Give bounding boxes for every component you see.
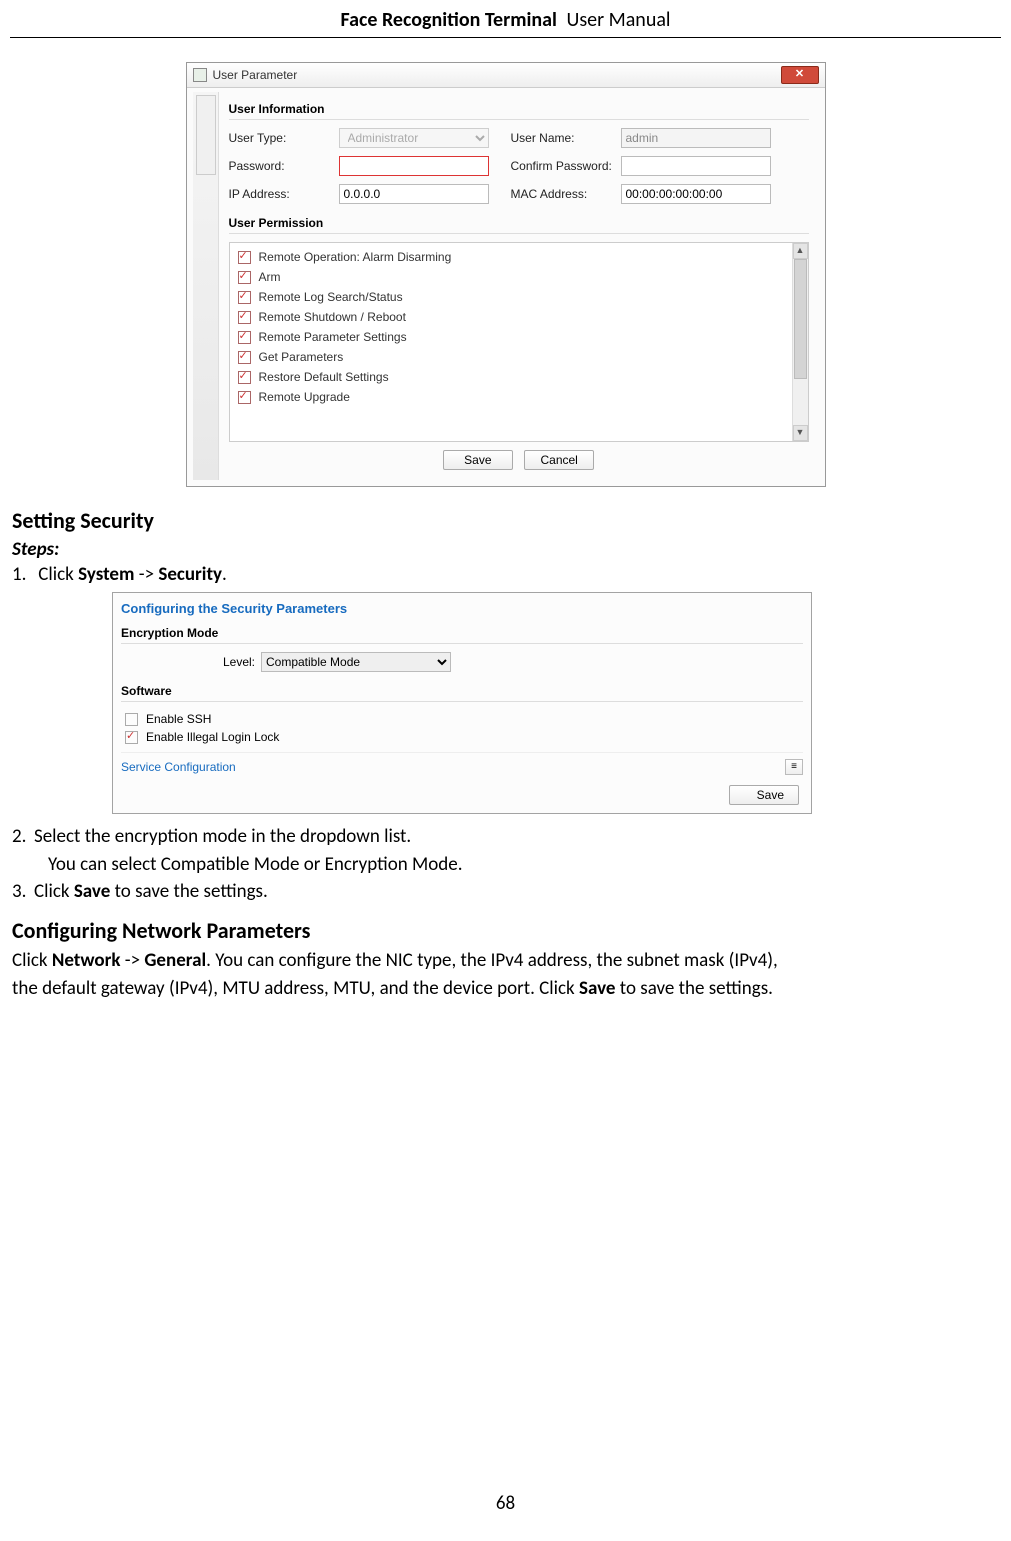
security-parameters-dialog: Configuring the Security Parameters Encr… [112, 592, 812, 814]
vertical-tab-strip [193, 92, 219, 480]
permission-item[interactable]: Remote Operation: Alarm Disarming [236, 247, 786, 267]
label-user-type: User Type: [229, 131, 339, 145]
scroll-up-arrow-icon[interactable]: ▲ [793, 243, 808, 259]
label-user-name: User Name: [511, 131, 621, 145]
service-configuration-link[interactable]: Service Configuration [121, 760, 236, 774]
cancel-button[interactable]: Cancel [524, 450, 594, 470]
heading-network-parameters: Configuring Network Parameters [12, 917, 999, 944]
label-ip-address: IP Address: [229, 187, 339, 201]
scroll-down-arrow-icon[interactable]: ▼ [793, 425, 808, 441]
permission-label: Get Parameters [259, 350, 344, 364]
permission-item[interactable]: Remote Log Search/Status [236, 287, 786, 307]
dialog-titlebar: User Parameter ✕ [187, 63, 825, 88]
permission-checkbox[interactable] [238, 291, 251, 304]
save-button[interactable]: Save [443, 450, 513, 470]
permission-label: Remote Operation: Alarm Disarming [259, 250, 452, 264]
dialog-title: User Parameter [213, 68, 298, 82]
step-2-sub: You can select Compatible Mode or Encryp… [12, 852, 999, 878]
permission-label: Remote Log Search/Status [259, 290, 403, 304]
permission-label: Remote Upgrade [259, 390, 350, 404]
step-3: 3.Click Save to save the settings. [12, 879, 999, 905]
enable-ssh-checkbox[interactable] [125, 713, 138, 726]
vertical-tab[interactable] [196, 95, 216, 175]
permission-checkbox[interactable] [238, 371, 251, 384]
permission-checkbox[interactable] [238, 391, 251, 404]
permission-label: Arm [259, 270, 281, 284]
user-name-input[interactable] [621, 128, 771, 148]
permission-checkbox[interactable] [238, 311, 251, 324]
permission-item[interactable]: Arm [236, 267, 786, 287]
user-parameter-dialog: User Parameter ✕ User Information User T… [186, 62, 826, 487]
permission-label: Remote Shutdown / Reboot [259, 310, 406, 324]
permission-item[interactable]: Remote Shutdown / Reboot [236, 307, 786, 327]
label-level: Level: [211, 655, 255, 669]
label-password: Password: [229, 159, 339, 173]
header-title-bold: Face Recognition Terminal [340, 8, 556, 32]
password-input[interactable] [339, 156, 489, 176]
permission-item[interactable]: Restore Default Settings [236, 367, 786, 387]
page-number: 68 [10, 1492, 1001, 1515]
enable-ssh-row[interactable]: Enable SSH [121, 710, 803, 728]
label-mac-address: MAC Address: [511, 187, 621, 201]
save-button-security[interactable]: Save [729, 785, 799, 805]
permission-item[interactable]: Remote Parameter Settings [236, 327, 786, 347]
permission-label: Restore Default Settings [259, 370, 389, 384]
scrollbar[interactable]: ▲ ▼ [792, 243, 808, 441]
permission-checkbox[interactable] [238, 331, 251, 344]
level-select[interactable]: Compatible Mode [261, 652, 451, 672]
close-button[interactable]: ✕ [781, 66, 819, 84]
network-paragraph-line2: the default gateway (IPv4), MTU address,… [12, 976, 999, 1002]
permission-listbox: Remote Operation: Alarm Disarming Arm Remo… [229, 242, 809, 442]
heading-setting-security: Setting Security [12, 507, 999, 534]
permission-item[interactable]: Get Parameters [236, 347, 786, 367]
section-user-information: User Information [229, 98, 809, 120]
enable-ssh-label: Enable SSH [146, 712, 211, 726]
ip-address-input[interactable] [339, 184, 489, 204]
section-user-permission: User Permission [229, 212, 809, 234]
section-encryption-mode: Encryption Mode [121, 624, 803, 644]
permission-label: Remote Parameter Settings [259, 330, 407, 344]
section-software: Software [121, 682, 803, 702]
mac-address-input[interactable] [621, 184, 771, 204]
enable-illegal-login-lock-label: Enable Illegal Login Lock [146, 730, 279, 744]
app-icon [193, 68, 207, 82]
step-1: 1. Click System -> Security. [12, 563, 999, 586]
confirm-password-input[interactable] [621, 156, 771, 176]
permission-checkbox[interactable] [238, 251, 251, 264]
header-title-reg: User Manual [567, 8, 671, 32]
expand-icon[interactable]: ≡ [785, 759, 803, 775]
permission-checkbox[interactable] [238, 271, 251, 284]
scroll-thumb[interactable] [794, 259, 807, 379]
user-type-select[interactable]: Administrator [339, 128, 489, 148]
network-paragraph-line1: Click Network -> General. You can config… [12, 948, 999, 974]
permission-checkbox[interactable] [238, 351, 251, 364]
dialog2-title: Configuring the Security Parameters [121, 599, 803, 624]
steps-label: Steps: [12, 538, 999, 561]
label-confirm-password: Confirm Password: [511, 159, 621, 173]
permission-item[interactable]: Remote Upgrade [236, 387, 786, 407]
enable-illegal-login-lock-checkbox[interactable] [125, 731, 138, 744]
step-2: 2.Select the encryption mode in the drop… [12, 824, 999, 850]
page-header: Face Recognition Terminal User Manual [10, 0, 1001, 38]
enable-illegal-login-lock-row[interactable]: Enable Illegal Login Lock [121, 728, 803, 746]
